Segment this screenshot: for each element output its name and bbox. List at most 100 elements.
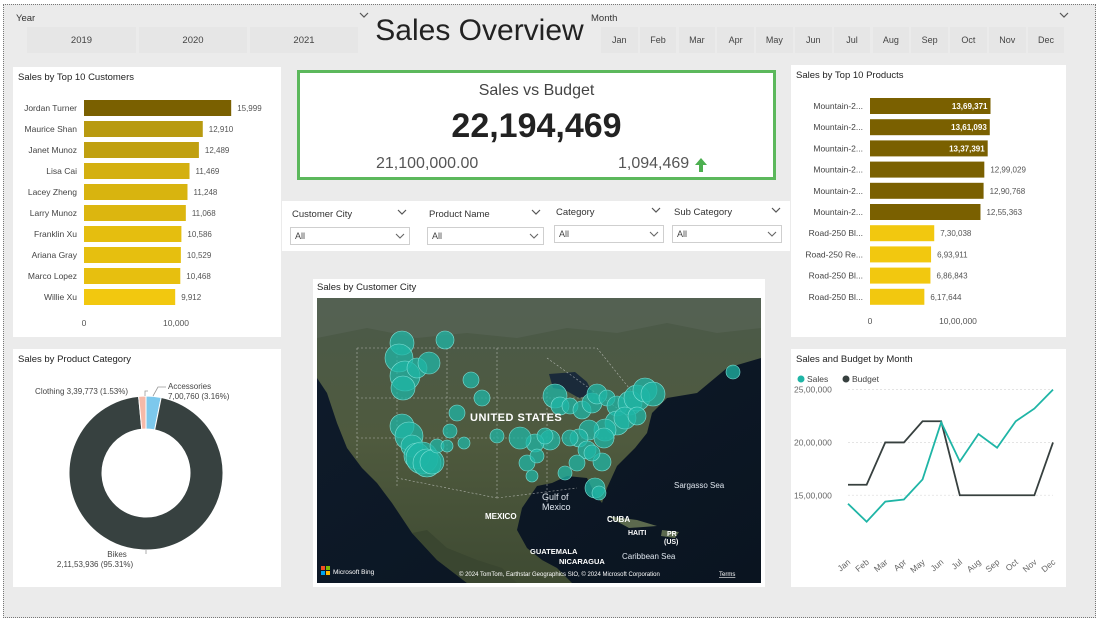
products-bar[interactable]: [870, 161, 985, 178]
x-tick-label: Dec: [1039, 556, 1058, 574]
customers-bar[interactable]: [84, 247, 181, 263]
chevron-down-icon[interactable]: [396, 207, 408, 217]
city-bubble[interactable]: [457, 436, 471, 450]
customers-panel: Sales by Top 10 Customers Jordan Turner 1…: [13, 67, 281, 337]
customers-data-label: 10,586: [187, 230, 212, 239]
month-tile-aug[interactable]: Aug: [872, 27, 910, 53]
city-bubble[interactable]: [536, 427, 554, 445]
chevron-down-icon[interactable]: [530, 207, 542, 217]
customers-bar[interactable]: [84, 121, 203, 137]
map-label-sargasso: Sargasso Sea: [674, 481, 725, 490]
customers-bar[interactable]: [84, 268, 181, 284]
month-slicer-label: Month: [591, 13, 618, 24]
legend-label-sales: Sales: [807, 374, 828, 384]
year-tile-2020[interactable]: 2020: [139, 27, 247, 53]
customers-category-label: Larry Munoz: [30, 208, 77, 218]
month-tile-mar[interactable]: Mar: [678, 27, 716, 53]
city-bubble[interactable]: [640, 381, 666, 407]
legend-label-budget: Budget: [852, 374, 880, 384]
city-bubble[interactable]: [593, 427, 615, 449]
customers-bar[interactable]: [84, 163, 190, 179]
month-tile-jan[interactable]: Jan: [601, 27, 638, 53]
month-tile-nov[interactable]: Nov: [989, 27, 1026, 53]
filter-sub-category-select[interactable]: All: [672, 225, 782, 243]
filter-sub-category-label: Sub Category: [674, 207, 733, 218]
products-category-label: Mountain-2...: [813, 122, 863, 132]
city-bubble[interactable]: [419, 449, 445, 475]
city-bubble[interactable]: [568, 454, 586, 472]
x-tick-label: May: [908, 556, 927, 574]
month-tile-feb[interactable]: Feb: [639, 27, 677, 53]
products-category-label: Mountain-2...: [813, 186, 863, 196]
city-bubble[interactable]: [627, 406, 647, 426]
city-bubble[interactable]: [583, 444, 601, 462]
city-bubble[interactable]: [508, 426, 532, 450]
month-tile-apr[interactable]: Apr: [717, 27, 754, 53]
products-data-label: 6,86,843: [936, 272, 968, 281]
products-bar[interactable]: [870, 267, 931, 284]
products-data-label: 6,93,911: [937, 250, 968, 259]
month-tile-dec[interactable]: Dec: [1027, 27, 1065, 53]
products-bar[interactable]: [870, 182, 984, 199]
city-bubble[interactable]: [417, 351, 441, 375]
city-bubble[interactable]: [725, 364, 741, 380]
city-bubble[interactable]: [591, 485, 607, 501]
map-terms-link[interactable]: Terms: [719, 572, 735, 578]
products-category-label: Mountain-2...: [813, 101, 863, 111]
month-tile-jun[interactable]: Jun: [795, 27, 832, 53]
city-bubble[interactable]: [561, 429, 579, 447]
chevron-down-icon[interactable]: [650, 205, 662, 215]
customers-bar[interactable]: [84, 226, 182, 242]
city-bubble-map[interactable]: UNITED STATES Gulf of Mexico MEXICO CUBA…: [317, 298, 761, 583]
year-tile-2019[interactable]: 2019: [27, 27, 136, 53]
filter-category-value: All: [559, 229, 570, 239]
products-bar[interactable]: [870, 225, 935, 242]
donut-label-bikes-name: Bikes: [107, 550, 127, 559]
city-bubble[interactable]: [462, 371, 480, 389]
filter-customer-city-select[interactable]: All: [290, 227, 410, 245]
city-bubble[interactable]: [448, 404, 466, 422]
city-bubble[interactable]: [440, 439, 454, 453]
map-canvas[interactable]: UNITED STATES Gulf of Mexico MEXICO CUBA…: [317, 298, 761, 583]
chevron-down-icon[interactable]: [770, 205, 782, 215]
leader-line: [152, 386, 166, 397]
series-line-budget[interactable]: [848, 420, 1054, 497]
products-data-label: 12,90,768: [990, 187, 1026, 196]
map-label-cuba: CUBA: [607, 515, 630, 524]
products-bar[interactable]: [870, 288, 925, 305]
map-copyright: © 2024 TomTom, Earthstar Geographics SIO…: [459, 571, 660, 578]
chevron-down-icon[interactable]: [1058, 10, 1070, 20]
donut-label-accessories-value: 7,00,760 (3.16%): [168, 392, 230, 401]
city-bubble[interactable]: [529, 448, 545, 464]
city-bubble[interactable]: [525, 469, 539, 483]
customers-bar[interactable]: [84, 100, 232, 116]
x-tick-label: Nov: [1021, 556, 1040, 574]
city-bubble[interactable]: [557, 465, 573, 481]
products-bar[interactable]: [870, 204, 981, 220]
city-bubble[interactable]: [390, 375, 416, 401]
map-label-pr-us: (US): [664, 539, 678, 546]
customers-bar[interactable]: [84, 289, 176, 305]
filter-category-label: Category: [556, 207, 595, 218]
customers-category-label: Jordan Turner: [24, 103, 77, 113]
month-tile-sep[interactable]: Sep: [911, 27, 948, 53]
category-panel: Sales by Product Category Clothing 3,39,…: [13, 349, 281, 587]
year-tile-2021[interactable]: 2021: [250, 27, 358, 53]
customers-bar[interactable]: [84, 142, 199, 158]
customers-bar[interactable]: [84, 205, 186, 221]
city-bubble[interactable]: [435, 330, 455, 350]
products-category-label: Mountain-2...: [813, 207, 863, 217]
city-bubble[interactable]: [473, 389, 491, 407]
month-tile-jul[interactable]: Jul: [833, 27, 871, 53]
filter-product-name-select[interactable]: All: [427, 227, 544, 245]
filter-category-select[interactable]: All: [554, 225, 664, 243]
y-tick-label: 15,00,000: [794, 490, 832, 500]
city-bubble[interactable]: [442, 423, 458, 439]
products-bar[interactable]: [870, 246, 932, 263]
city-bubble[interactable]: [489, 428, 505, 444]
month-tile-oct[interactable]: Oct: [950, 27, 987, 53]
month-tile-may[interactable]: May: [756, 27, 793, 53]
customers-data-label: 12,910: [209, 125, 234, 134]
x-tick-label: Sep: [983, 557, 1001, 575]
customers-bar[interactable]: [84, 184, 188, 200]
